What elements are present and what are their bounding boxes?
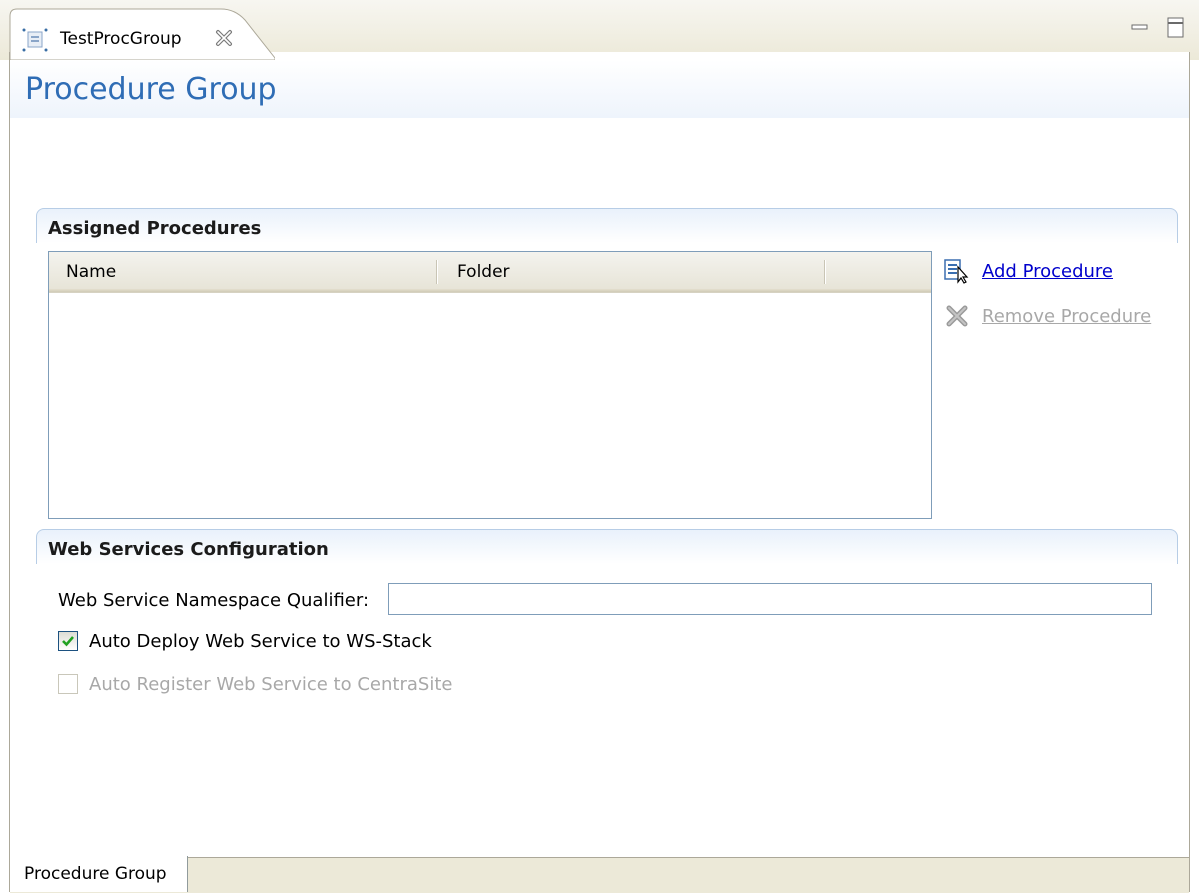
namespace-qualifier-label: Web Service Namespace Qualifier: xyxy=(58,590,370,611)
add-procedure-button[interactable]: Add Procedure xyxy=(944,256,1113,286)
table-header: Name Folder xyxy=(49,252,931,293)
section-title: Assigned Procedures xyxy=(48,218,262,239)
assigned-procedures-section-header: Assigned Procedures xyxy=(36,208,1178,243)
maximize-icon[interactable] xyxy=(1165,14,1187,40)
column-separator[interactable] xyxy=(824,260,826,284)
tab-procedure-group[interactable]: Procedure Group xyxy=(10,856,188,892)
column-header-folder[interactable]: Folder xyxy=(457,262,510,282)
auto-register-row: Auto Register Web Service to CentraSite xyxy=(58,672,452,696)
close-icon[interactable] xyxy=(213,27,235,49)
web-services-section-header: Web Services Configuration xyxy=(36,529,1178,564)
procedures-table[interactable]: Name Folder xyxy=(48,251,932,519)
auto-register-label: Auto Register Web Service to CentraSite xyxy=(89,673,453,695)
section-title: Web Services Configuration xyxy=(48,539,329,560)
editor-tab[interactable]: TestProcGroup xyxy=(9,8,275,60)
remove-procedure-button[interactable]: Remove Procedure xyxy=(944,301,1151,331)
page-title: Procedure Group xyxy=(25,72,277,107)
remove-icon xyxy=(944,303,970,329)
remove-procedure-label[interactable]: Remove Procedure xyxy=(982,306,1151,327)
auto-deploy-row[interactable]: Auto Deploy Web Service to WS-Stack xyxy=(58,629,432,653)
procedure-group-icon xyxy=(22,28,48,52)
add-procedure-icon xyxy=(944,258,970,284)
auto-deploy-checkbox[interactable] xyxy=(58,631,78,651)
column-header-name[interactable]: Name xyxy=(66,262,116,282)
namespace-qualifier-input[interactable] xyxy=(388,583,1152,615)
tab-label: Procedure Group xyxy=(24,864,167,884)
form-header: Procedure Group xyxy=(10,60,1189,118)
auto-deploy-label[interactable]: Auto Deploy Web Service to WS-Stack xyxy=(89,631,432,652)
column-separator[interactable] xyxy=(436,260,438,284)
auto-register-checkbox xyxy=(58,674,78,694)
add-procedure-label[interactable]: Add Procedure xyxy=(982,261,1113,282)
minimize-icon[interactable] xyxy=(1129,14,1151,40)
editor-tab-title: TestProcGroup xyxy=(60,29,182,49)
